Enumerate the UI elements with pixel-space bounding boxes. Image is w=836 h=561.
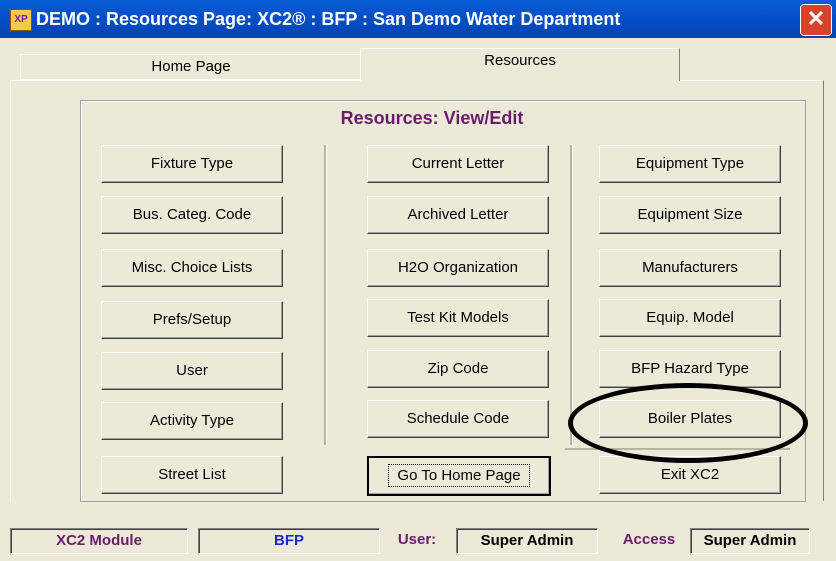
equipment-type-button[interactable]: Equipment Type — [599, 145, 781, 183]
column-divider — [324, 145, 327, 445]
current-letter-button[interactable]: Current Letter — [367, 145, 549, 183]
prefs-setup-button[interactable]: Prefs/Setup — [101, 301, 283, 339]
street-list-button[interactable]: Street List — [101, 456, 283, 494]
bus-categ-code-button[interactable]: Bus. Categ. Code — [101, 196, 283, 234]
manufacturers-button[interactable]: Manufacturers — [599, 249, 781, 287]
status-bar: XC2 Module BFP User: Super Admin Access … — [0, 520, 836, 561]
zip-code-button[interactable]: Zip Code — [367, 350, 549, 388]
user-button[interactable]: User — [101, 352, 283, 390]
title-bar[interactable]: XP DEMO : Resources Page: XC2® : BFP : S… — [0, 0, 836, 38]
misc-choice-lists-button[interactable]: Misc. Choice Lists — [101, 249, 283, 287]
test-kit-models-button[interactable]: Test Kit Models — [367, 299, 549, 337]
schedule-code-button[interactable]: Schedule Code — [367, 400, 549, 438]
column-divider — [570, 145, 573, 445]
section-heading: Resources: View/Edit — [340, 108, 524, 128]
tab-home-page[interactable]: Home Page — [20, 54, 362, 80]
access-value: Super Admin — [690, 528, 810, 554]
module-value: BFP — [198, 528, 380, 554]
archived-letter-button[interactable]: Archived Letter — [367, 196, 549, 234]
access-label: Access — [622, 531, 676, 548]
tab-bar: Home Page Resources — [10, 46, 820, 81]
go-to-home-page-button[interactable]: Go To Home Page — [367, 456, 551, 496]
app-icon: XP — [10, 9, 32, 31]
fixture-type-button[interactable]: Fixture Type — [101, 145, 283, 183]
module-label: XC2 Module — [10, 528, 188, 554]
activity-type-button[interactable]: Activity Type — [101, 402, 283, 440]
h2o-organization-button[interactable]: H2O Organization — [367, 249, 549, 287]
equip-model-button[interactable]: Equip. Model — [599, 299, 781, 337]
go-to-home-page-label: Go To Home Page — [388, 464, 530, 487]
window-title: DEMO : Resources Page: XC2® : BFP : San … — [36, 9, 621, 29]
tab-resources[interactable]: Resources — [360, 48, 680, 81]
user-value: Super Admin — [456, 528, 598, 554]
highlight-oval — [568, 383, 808, 463]
equipment-size-button[interactable]: Equipment Size — [599, 196, 781, 234]
app-window: XP DEMO : Resources Page: XC2® : BFP : S… — [0, 0, 836, 561]
user-label: User: — [397, 531, 437, 548]
close-icon[interactable]: ✕ — [800, 4, 832, 36]
